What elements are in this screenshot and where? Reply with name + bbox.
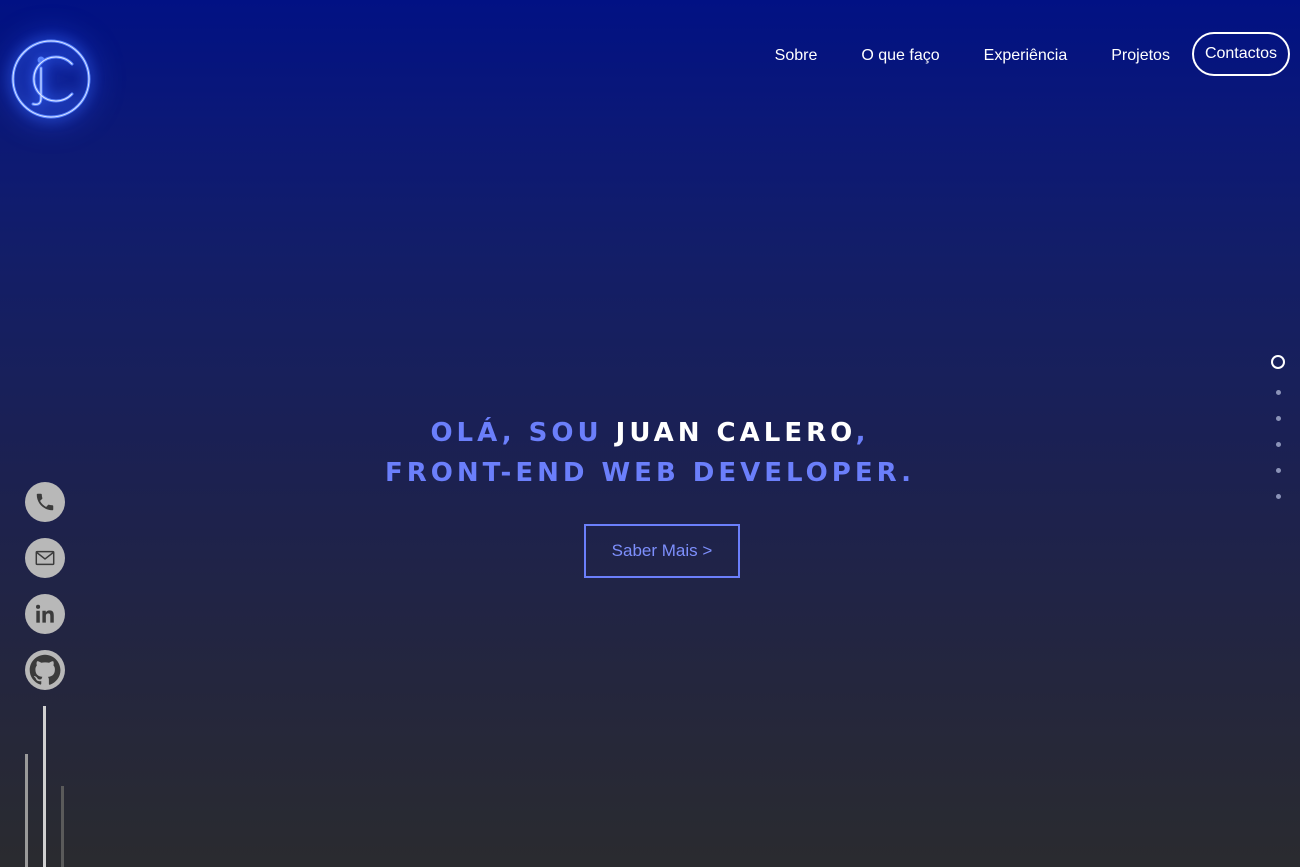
section-dot[interactable]	[1275, 390, 1281, 395]
contact-button[interactable]: Contactos	[1191, 32, 1290, 76]
section-dot-active[interactable]	[1271, 355, 1285, 369]
linkedin-icon	[36, 604, 54, 623]
hero-greeting: OLÁ, SOU	[430, 418, 616, 448]
hero-heading: OLÁ, SOU JUAN CALERO, FRONT-END WEB DEVE…	[0, 413, 1300, 493]
linkedin-link[interactable]	[25, 594, 65, 634]
section-dot[interactable]	[1275, 468, 1281, 473]
saber-mais-button[interactable]: Saber Mais >	[584, 524, 740, 578]
decorative-line	[43, 706, 46, 867]
nav-projetos[interactable]: Projetos	[1111, 44, 1170, 65]
hero-name: JUAN CALERO	[615, 418, 856, 448]
nav-sobre[interactable]: Sobre	[775, 44, 818, 65]
jc-logo-icon[interactable]	[8, 36, 94, 122]
social-links	[25, 482, 65, 706]
github-link[interactable]	[25, 650, 65, 690]
section-dot[interactable]	[1275, 442, 1281, 447]
phone-link[interactable]	[25, 482, 65, 522]
phone-icon	[36, 493, 54, 511]
section-indicator	[1268, 352, 1288, 499]
github-icon	[29, 654, 61, 685]
decorative-line	[25, 754, 28, 867]
nav-experiencia[interactable]: Experiência	[984, 44, 1068, 65]
hero-line-1: OLÁ, SOU JUAN CALERO,	[0, 413, 1300, 453]
section-dot[interactable]	[1275, 416, 1281, 421]
main-nav: Sobre O que faço Experiência Projetos Co…	[775, 32, 1290, 76]
hero-role: FRONT-END WEB DEVELOPER.	[385, 458, 915, 488]
nav-o-que-faco[interactable]: O que faço	[861, 44, 939, 65]
email-link[interactable]	[25, 538, 65, 578]
mail-icon	[35, 550, 55, 566]
section-dot[interactable]	[1275, 494, 1281, 499]
decorative-line	[61, 786, 64, 867]
hero-comma: ,	[855, 418, 870, 448]
